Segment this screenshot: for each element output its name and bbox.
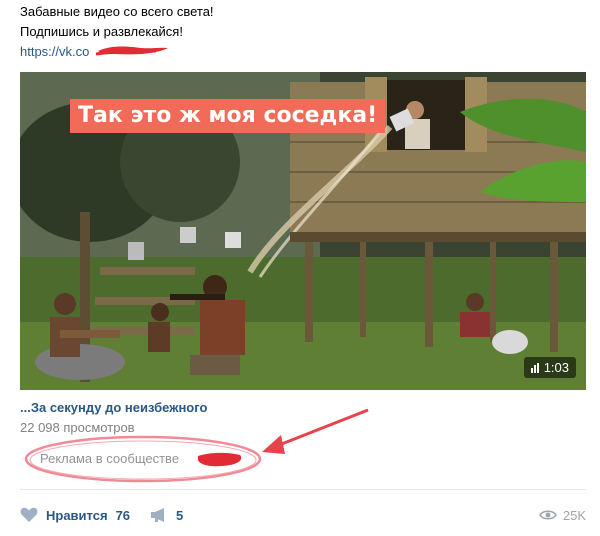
video-title-link[interactable]: ...За секунду до неизбежного (20, 400, 207, 415)
video-caption-overlay: Так это ж моя соседка! (70, 99, 386, 133)
ad-label: Реклама в сообществе (40, 451, 180, 466)
views-counter: 25K (538, 505, 586, 525)
heart-icon (20, 507, 38, 522)
video-bars-icon (530, 362, 539, 373)
video-views-count: 22 098 просмотров (20, 420, 135, 435)
share-count: 5 (176, 507, 184, 523)
annotation-redaction (198, 452, 242, 467)
post-text-line-1: Забавные видео со всего света! (20, 4, 214, 19)
megaphone-icon (151, 508, 165, 522)
share-button[interactable]: 5 (150, 507, 183, 523)
divider (20, 489, 586, 490)
eye-icon (538, 510, 557, 520)
redaction-scribble (96, 46, 168, 56)
like-label: Нравится (46, 507, 108, 523)
video-player[interactable]: Так это ж моя соседка! 1:03 (20, 72, 586, 390)
annotation-arrowhead (262, 435, 285, 454)
views-count: 25K (562, 507, 586, 523)
like-button[interactable]: Нравится 76 (20, 507, 130, 523)
like-count: 76 (115, 507, 131, 523)
post-actions: Нравится 76 5 (20, 505, 203, 525)
video-duration-text: 1:03 (543, 360, 569, 375)
annotation-arrow-shaft (273, 408, 369, 449)
post-text-line-2: Подпишись и развлекайся! (20, 24, 183, 39)
video-duration-badge: 1:03 (523, 357, 576, 378)
